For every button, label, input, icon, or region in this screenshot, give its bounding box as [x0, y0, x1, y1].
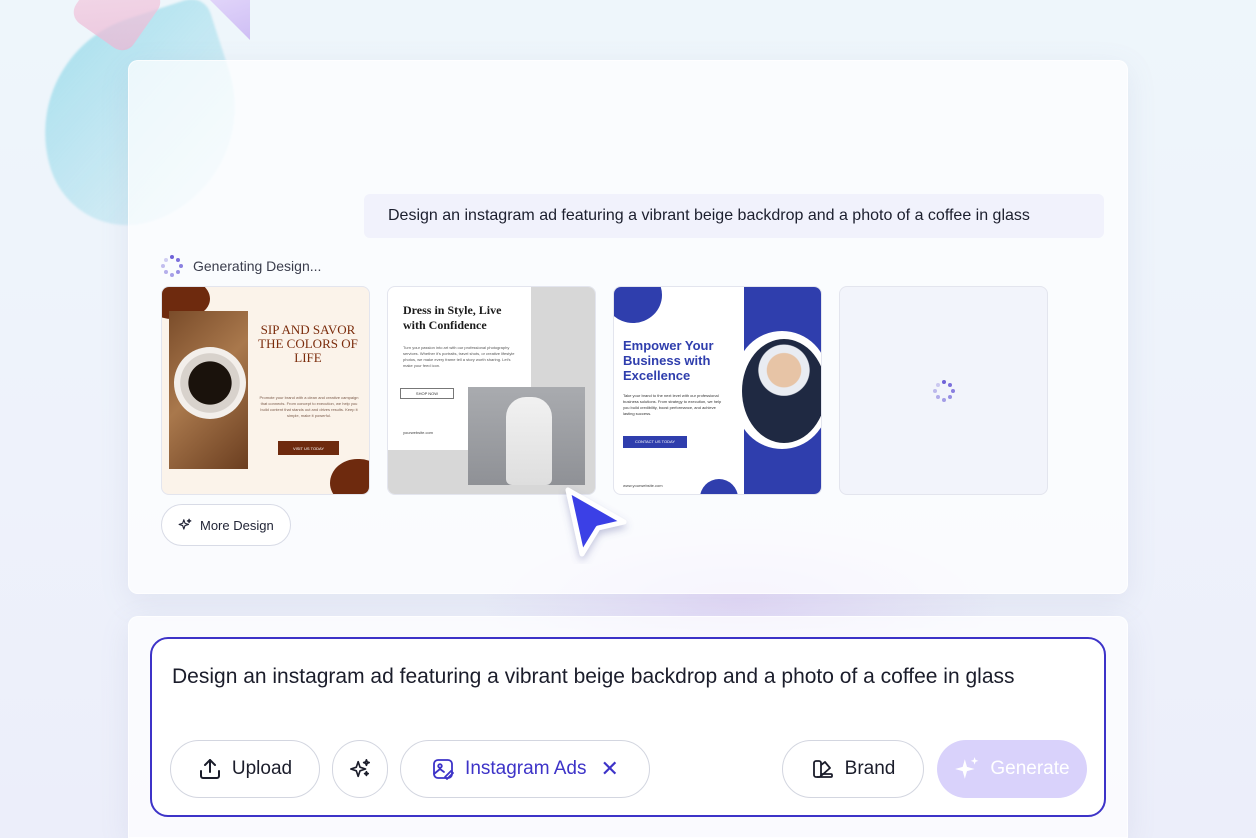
brand-button[interactable]: Brand — [782, 740, 924, 798]
image-edit-icon — [431, 757, 455, 781]
more-design-button[interactable]: More Design — [161, 504, 291, 546]
card-website: yourwebsite.com — [403, 430, 434, 435]
format-tag-instagram-ads[interactable]: Instagram Ads ✕ — [400, 740, 650, 798]
decor-pink-shape — [68, 0, 166, 56]
design-card-coffee[interactable]: SIP AND SAVOR THE COLORS OF LIFE Promote… — [161, 286, 370, 495]
decor-purple-shape — [198, 0, 250, 40]
upload-icon — [198, 757, 222, 781]
upload-label: Upload — [231, 758, 293, 779]
card-title: Dress in Style, Live with Confidence — [403, 303, 502, 332]
status-text: Generating Design... — [193, 258, 322, 274]
card-body: Promote your brand with a clean and crea… — [259, 395, 359, 418]
coffee-cup-image — [174, 347, 246, 419]
user-prompt-bubble: Design an instagram ad featuring a vibra… — [364, 194, 1104, 238]
upload-button[interactable]: Upload — [170, 740, 320, 798]
decor-blob — [700, 479, 738, 494]
card-body: Turn your passion into art with our prof… — [403, 345, 515, 368]
magic-icon — [349, 758, 371, 780]
spinner-icon — [161, 255, 183, 277]
sparkle-icon — [178, 518, 192, 532]
decor-blob — [614, 287, 662, 323]
cursor-icon — [558, 484, 634, 564]
card-cta: SHOP NOW — [400, 388, 454, 399]
generate-label: Generate — [990, 758, 1070, 779]
card-cta: CONTACT US TODAY — [623, 436, 687, 448]
prompt-input[interactable]: Design an instagram ad featuring a vibra… — [172, 661, 1072, 693]
sparkle-icon — [954, 756, 980, 782]
card-cta: VISIT US TODAY — [278, 441, 339, 455]
magic-enhance-button[interactable] — [332, 740, 388, 798]
format-tag-label: Instagram Ads — [465, 758, 587, 779]
design-results: SIP AND SAVOR THE COLORS OF LIFE Promote… — [161, 286, 1048, 495]
generation-status: Generating Design... — [161, 255, 321, 277]
model-figure — [506, 397, 552, 485]
card-body: Take your brand to the next level with o… — [623, 393, 722, 416]
brand-icon — [811, 757, 835, 781]
design-card-fashion[interactable]: Dress in Style, Live with Confidence Tur… — [387, 286, 596, 495]
composer-panel: Design an instagram ad featuring a vibra… — [128, 616, 1128, 838]
more-design-label: More Design — [200, 517, 274, 533]
prompt-composer[interactable]: Design an instagram ad featuring a vibra… — [150, 637, 1106, 817]
close-icon[interactable]: ✕ — [601, 756, 619, 782]
design-card-business[interactable]: Empower Your Business with Excellence Ta… — [613, 286, 822, 495]
businessman-photo — [742, 339, 821, 443]
spinner-icon — [932, 379, 955, 402]
decor-blob — [330, 459, 369, 494]
design-card-loading — [839, 286, 1048, 495]
card-title: SIP AND SAVOR THE COLORS OF LIFE — [258, 322, 358, 365]
card-title: Empower Your Business with Excellence — [623, 338, 714, 383]
brand-label: Brand — [844, 758, 896, 779]
generate-button[interactable]: Generate — [937, 740, 1087, 798]
